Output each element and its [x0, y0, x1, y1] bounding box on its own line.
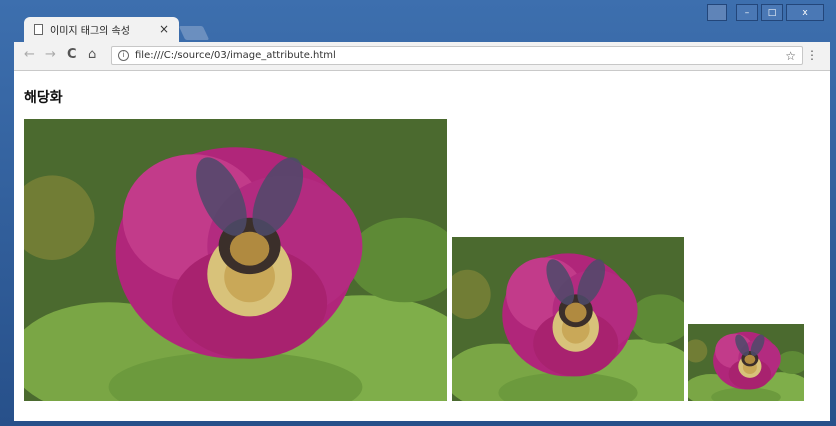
new-tab-button[interactable]: [178, 26, 210, 40]
browser-toolbar: ← → C ⌂ i file:///C:/source/03/image_att…: [14, 42, 830, 71]
browser-tab[interactable]: 이미지 태그의 속성 ×: [24, 17, 179, 42]
window-controls: – □ x: [707, 4, 824, 21]
forward-icon[interactable]: →: [45, 48, 56, 62]
page-heading: 해당화: [24, 90, 63, 106]
menu-icon[interactable]: ⋮: [806, 48, 818, 62]
back-icon[interactable]: ←: [24, 48, 35, 62]
browser-window: 이미지 태그의 속성 × – □ x ← → C ⌂ i file:///C:/…: [0, 0, 836, 426]
home-icon[interactable]: ⌂: [88, 48, 96, 62]
medium-flower-image: [452, 237, 684, 401]
large-flower-image: [24, 119, 447, 401]
reload-icon[interactable]: C: [67, 48, 77, 62]
page-content: 해당화: [14, 71, 830, 421]
address-url: file:///C:/source/03/image_attribute.htm…: [135, 50, 336, 61]
tab-strip: 이미지 태그의 속성 × – □ x: [0, 0, 836, 42]
minimize-button[interactable]: –: [736, 4, 758, 21]
tab-title: 이미지 태그의 속성: [50, 26, 130, 37]
maximize-button[interactable]: □: [761, 4, 783, 21]
info-icon[interactable]: i: [118, 50, 129, 61]
small-flower-image: [688, 324, 804, 401]
document-icon: [34, 24, 43, 35]
address-bar[interactable]: i file:///C:/source/03/image_attribute.h…: [111, 46, 803, 65]
bookmark-star-icon[interactable]: ☆: [785, 49, 796, 63]
user-profile-button[interactable]: [707, 4, 727, 21]
close-window-button[interactable]: x: [786, 4, 824, 21]
tab-close-icon[interactable]: ×: [159, 22, 169, 36]
